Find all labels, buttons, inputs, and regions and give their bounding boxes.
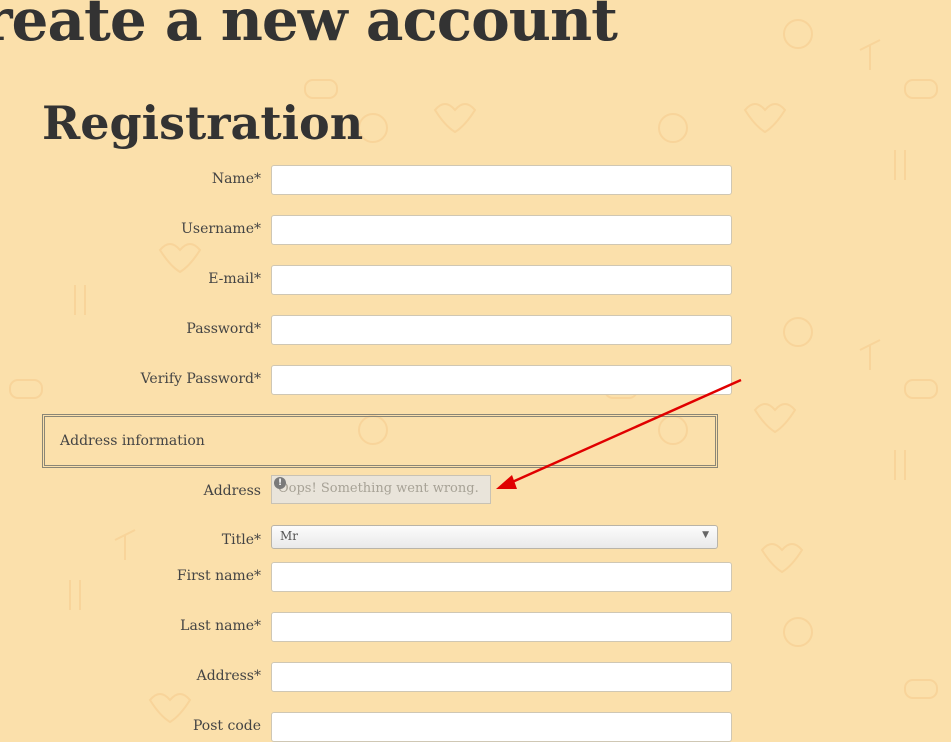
password-row: Password* — [0, 315, 951, 345]
username-input[interactable] — [271, 215, 732, 245]
warning-icon: ! — [274, 477, 286, 489]
email-row: E-mail* — [0, 265, 951, 295]
name-label: Name* — [211, 171, 261, 187]
title-row: Title* Mr ▼ — [0, 525, 951, 555]
first-name-input[interactable] — [271, 562, 732, 592]
password-input[interactable] — [271, 315, 732, 345]
email-label: E-mail* — [208, 271, 261, 287]
embed-error-text: Oops! Something went wrong. — [278, 481, 479, 496]
password-label: Password* — [186, 321, 261, 337]
last-name-input[interactable] — [271, 612, 732, 642]
last-name-row: Last name* — [0, 612, 951, 642]
verify-password-row: Verify Password* — [0, 365, 951, 395]
street-address-input[interactable] — [271, 662, 732, 692]
first-name-label: First name* — [176, 568, 261, 584]
verify-password-label: Verify Password* — [140, 371, 261, 387]
address-information-fieldset: Address information — [42, 414, 718, 468]
chevron-down-icon: ▼ — [702, 530, 709, 540]
address-label: Address — [203, 483, 261, 499]
page-title: reate a new account — [0, 0, 618, 54]
post-code-input[interactable] — [271, 712, 732, 742]
registration-heading: Registration — [42, 96, 364, 150]
address-information-legend: Address information — [60, 433, 205, 449]
street-address-row: Address* — [0, 662, 951, 692]
street-address-label: Address* — [196, 668, 261, 684]
email-input[interactable] — [271, 265, 732, 295]
name-row: Name* — [0, 165, 951, 195]
last-name-label: Last name* — [180, 618, 261, 634]
title-selected-value: Mr — [280, 529, 299, 543]
post-code-row: Post code — [0, 712, 951, 742]
first-name-row: First name* — [0, 562, 951, 592]
address-embed-error: ! Oops! Something went wrong. — [271, 475, 491, 504]
name-input[interactable] — [271, 165, 732, 195]
username-row: Username* — [0, 215, 951, 245]
title-select[interactable]: Mr ▼ — [271, 525, 718, 549]
verify-password-input[interactable] — [271, 365, 732, 395]
address-embed-row: Address ! Oops! Something went wrong. — [0, 475, 951, 505]
username-label: Username* — [181, 221, 261, 237]
post-code-label: Post code — [192, 718, 261, 734]
title-label: Title* — [221, 532, 261, 548]
